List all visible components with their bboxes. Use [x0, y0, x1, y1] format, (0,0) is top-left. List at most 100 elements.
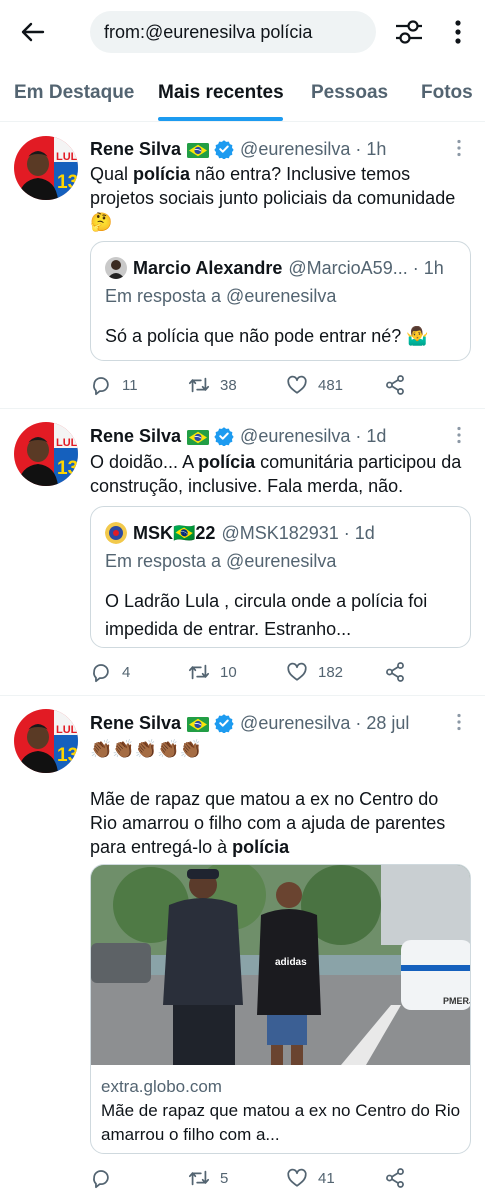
quote-author-name: MSK🇧🇷22: [133, 522, 216, 543]
share-button[interactable]: [384, 1166, 416, 1190]
tweet-header: Rene Silva @eurenesilva · 1h: [90, 137, 386, 161]
share-icon: [384, 1167, 406, 1189]
tweet-emoji-line: 👏🏾👏🏾👏🏾👏🏾👏🏾: [90, 739, 203, 759]
author-handle[interactable]: @eurenesilva: [240, 713, 350, 734]
retweet-count: 5: [220, 1169, 229, 1187]
verified-badge-icon: [214, 426, 234, 446]
tweet-options-icon[interactable]: [456, 139, 466, 157]
separator-dot: ·: [412, 257, 419, 278]
link-card-image: PMERJ adidas: [91, 865, 471, 1065]
quote-time: 1h: [423, 257, 444, 278]
like-button[interactable]: 41: [286, 1166, 335, 1190]
author-name[interactable]: Rene Silva: [90, 426, 181, 447]
share-button[interactable]: [384, 373, 416, 397]
heart-icon: [286, 661, 308, 683]
reply-icon: [90, 1167, 112, 1189]
svg-text:adidas: adidas: [275, 957, 307, 968]
reply-icon: [90, 374, 112, 396]
reply-button[interactable]: 4: [90, 660, 130, 684]
retweet-button[interactable]: 38: [188, 373, 237, 397]
tweet-actions: 11 38 481: [90, 373, 470, 397]
tweet-text: O doidão... A polícia comunitária partic…: [90, 452, 462, 496]
separator-dot: ·: [343, 522, 350, 543]
quote-reply-context: Em resposta a @eurenesilva: [105, 286, 337, 306]
quote-author-handle: @MSK182931: [221, 522, 339, 543]
reply-count: 4: [122, 663, 131, 681]
more-vertical-icon[interactable]: [448, 16, 468, 48]
quote-avatar: [105, 257, 127, 279]
like-button[interactable]: 182: [286, 660, 343, 684]
like-count: 481: [318, 376, 344, 394]
brazil-flag-icon: [187, 429, 209, 444]
link-card[interactable]: PMERJ adidas extra.globo.com Mãe de rapa…: [90, 864, 471, 1154]
link-card-domain: extra.globo.com: [101, 1077, 222, 1096]
quote-author-handle: @MarcioA59...: [288, 257, 408, 278]
filter-sliders-icon[interactable]: [392, 16, 426, 48]
share-button[interactable]: [384, 660, 416, 684]
retweet-icon: [188, 661, 210, 683]
tab-fotos[interactable]: Fotos: [421, 82, 473, 104]
tweet-time[interactable]: 1d: [366, 426, 386, 447]
tweet-time[interactable]: 1h: [366, 139, 386, 160]
tab-em-destaque[interactable]: Em Destaque: [14, 82, 134, 104]
quote-header: Marcio Alexandre @MarcioA59... · 1h: [105, 256, 444, 280]
link-card-title: Mãe de rapaz que matou a ex no Centro do…: [101, 1101, 461, 1144]
top-bar: from:@eurenesilva polícia: [0, 0, 485, 64]
quote-header: MSK🇧🇷22 @MSK182931 · 1d: [105, 521, 375, 545]
author-handle[interactable]: @eurenesilva: [240, 426, 350, 447]
author-handle[interactable]: @eurenesilva: [240, 139, 350, 160]
like-count: 182: [318, 663, 344, 681]
retweet-icon: [188, 1167, 210, 1189]
heart-icon: [286, 374, 308, 396]
tweet-text: Mãe de rapaz que matou a ex no Centro do…: [90, 789, 446, 857]
tweet-header: Rene Silva @eurenesilva · 1d: [90, 424, 386, 448]
reply-button[interactable]: [90, 1166, 122, 1190]
back-arrow-icon[interactable]: [18, 18, 48, 46]
tweet-actions: 4 10 182: [90, 660, 470, 684]
quoted-tweet[interactable]: MSK🇧🇷22 @MSK182931 · 1d Em resposta a @e…: [90, 506, 471, 648]
verified-badge-icon: [214, 139, 234, 159]
tweet[interactable]: Rene Silva @eurenesilva · 1h Qual políci…: [0, 123, 485, 409]
tweet-text: Qual polícia não entra? Inclusive temos …: [90, 164, 456, 232]
quote-avatar: [105, 522, 127, 544]
retweet-icon: [188, 374, 210, 396]
like-count: 41: [318, 1169, 335, 1187]
reply-button[interactable]: 11: [90, 373, 138, 397]
avatar[interactable]: [14, 422, 78, 486]
tweet-options-icon[interactable]: [456, 426, 466, 444]
verified-badge-icon: [214, 713, 234, 733]
tweet-actions: 5 41: [90, 1166, 470, 1190]
tweet-options-icon[interactable]: [456, 713, 466, 731]
reply-icon: [90, 661, 112, 683]
reply-count: 11: [122, 376, 138, 394]
quote-time: 1d: [354, 522, 375, 543]
retweet-count: 38: [220, 376, 237, 394]
like-button[interactable]: 481: [286, 373, 343, 397]
tab-mais-recentes[interactable]: Mais recentes: [158, 82, 284, 104]
quote-text: Só a polícia que não pode entrar né? 🤷‍♂…: [105, 326, 429, 346]
author-name[interactable]: Rene Silva: [90, 139, 181, 160]
quote-text: O Ladrão Lula , circula onde a polícia f…: [105, 591, 428, 639]
tab-pessoas[interactable]: Pessoas: [311, 82, 388, 104]
separator-dot: ·: [355, 425, 362, 446]
quote-reply-context: Em resposta a @eurenesilva: [105, 551, 337, 571]
avatar[interactable]: [14, 709, 78, 773]
quoted-tweet[interactable]: Marcio Alexandre @MarcioA59... · 1h Em r…: [90, 241, 471, 361]
share-icon: [384, 661, 406, 683]
separator-dot: ·: [355, 712, 362, 733]
search-input[interactable]: from:@eurenesilva polícia: [90, 11, 376, 53]
heart-icon: [286, 1167, 308, 1189]
brazil-flag-icon: [187, 142, 209, 157]
tweet[interactable]: Rene Silva @eurenesilva · 1d O doidão...…: [0, 410, 485, 696]
pmerj-text: PMERJ: [443, 996, 471, 1006]
search-query-text: from:@eurenesilva polícia: [104, 21, 313, 42]
search-tabs: Em Destaque Mais recentes Pessoas Fotos: [0, 64, 485, 122]
retweet-button[interactable]: 10: [188, 660, 237, 684]
retweet-count: 10: [220, 663, 237, 681]
retweet-button[interactable]: 5: [188, 1166, 228, 1190]
active-tab-indicator: [158, 117, 283, 121]
brazil-flag-icon: [187, 716, 209, 731]
avatar[interactable]: [14, 136, 78, 200]
tweet-time[interactable]: 28 jul: [366, 713, 409, 734]
author-name[interactable]: Rene Silva: [90, 713, 181, 734]
